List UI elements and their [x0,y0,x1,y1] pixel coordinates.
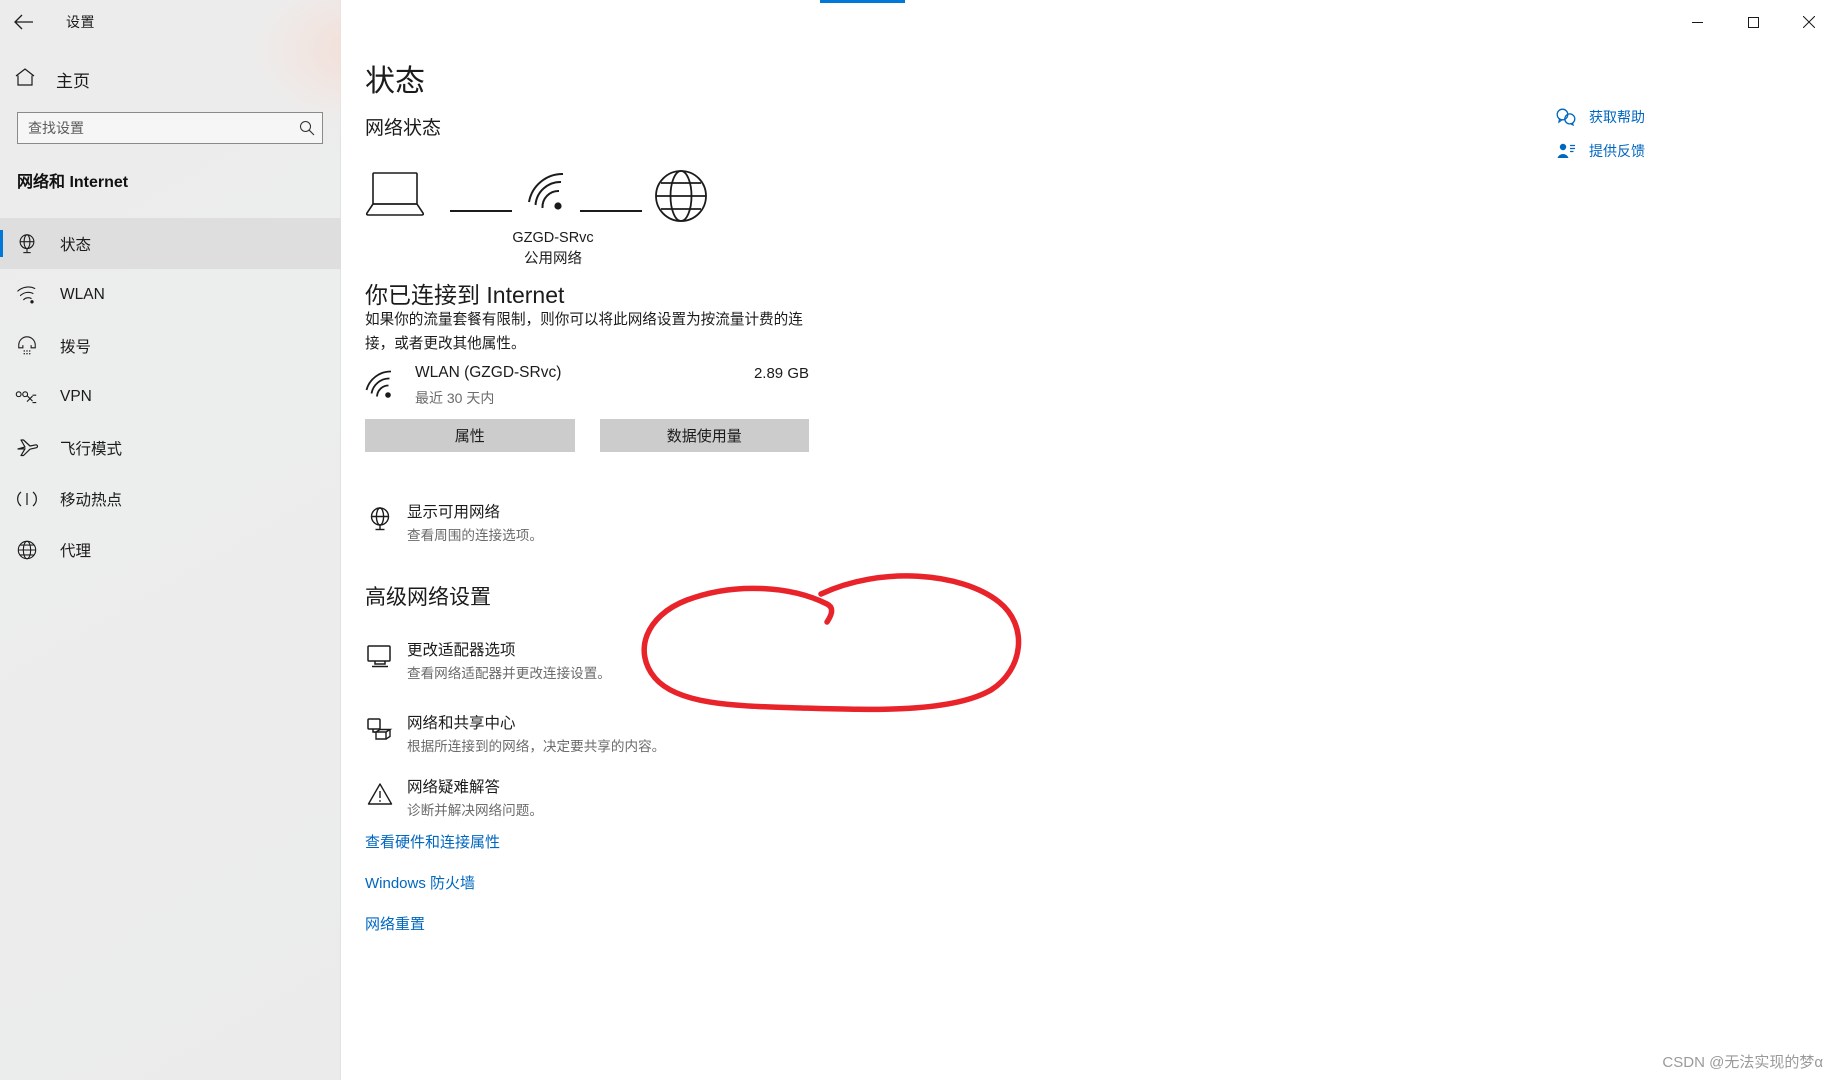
title-bar-accent [820,0,905,3]
item-description: 根据所连接到的网络，决定要共享的内容。 [407,739,666,754]
diagram-link-2 [580,210,642,212]
item-description: 诊断并解决网络问题。 [407,803,543,818]
main-content: 状态 网络状态 获取帮助 提供反馈 GZGD-SRvc 公用网络 你已连接到 I… [341,0,1837,1080]
change-adapter-options-item[interactable]: 更改适配器选项 查看网络适配器并更改连接设置。 [365,638,885,684]
wifi-icon [365,370,401,407]
network-sharing-center-item[interactable]: 网络和共享中心 根据所连接到的网络，决定要共享的内容。 [365,711,885,757]
connected-heading: 你已连接到 Internet [365,282,565,308]
sidebar-item-label: WLAN [60,285,105,303]
hotspot-icon [14,486,40,512]
sidebar-item-dialup[interactable]: 拨号 [0,320,341,371]
network-name: GZGD-SRvc [512,230,594,246]
item-title: 更改适配器选项 [407,642,516,659]
search-box[interactable] [17,112,323,144]
get-help-link[interactable]: 获取帮助 [1555,100,1685,134]
sidebar-item-hotspot[interactable]: 移动热点 [0,473,341,524]
title-bar [0,0,1837,44]
give-feedback-link[interactable]: 提供反馈 [1555,134,1685,168]
maximize-button[interactable] [1725,0,1781,44]
search-input[interactable] [18,120,292,136]
sidebar-item-status[interactable]: 状态 [0,218,341,269]
sidebar-item-label: 移动热点 [60,491,123,509]
usage-amount: 2.89 GB [753,365,809,382]
properties-button[interactable]: 属性 [365,419,575,452]
action-buttons: 属性 数据使用量 [365,419,809,452]
page-title: 状态 [365,65,425,98]
wifi-icon [527,172,573,221]
available-networks-icon [365,504,395,534]
sidebar-nav: 状态 WLAN 拨号 VPN 飞行模式 移动热点 代理 [0,218,341,575]
proxy-globe-icon [14,537,40,563]
item-title: 网络疑难解答 [407,779,501,796]
give-feedback-label: 提供反馈 [1589,143,1645,159]
wifi-icon [14,282,40,308]
settings-window: 设置 主页 网络和 Internet [0,0,1837,1080]
connected-description: 如果你的流量套餐有限制，则你可以将此网络设置为按流量计费的连接，或者更改其他属性… [365,312,803,352]
laptop-icon [365,170,427,225]
help-links: 获取帮助 提供反馈 [1555,100,1685,168]
minimize-button[interactable] [1669,0,1725,44]
airplane-icon [14,435,40,461]
hardware-properties-link[interactable]: 查看硬件和连接属性 [365,831,500,852]
get-help-label: 获取帮助 [1589,109,1645,125]
network-reset-link[interactable]: 网络重置 [365,913,425,934]
sidebar-item-label: 状态 [60,236,92,254]
usage-title: WLAN (GZGD-SRvc) [415,364,562,381]
sidebar-item-label: VPN [60,387,92,405]
diagram-link-1 [450,210,512,212]
network-status-icon [14,231,40,257]
sidebar-item-airplane-mode[interactable]: 飞行模式 [0,422,341,473]
warning-triangle-icon [365,779,395,809]
sidebar-item-vpn[interactable]: VPN [0,371,341,422]
home-icon [14,67,36,92]
dialup-phone-icon [14,333,40,359]
sidebar-item-label: 拨号 [60,338,92,356]
sharing-center-icon [365,715,395,745]
search-icon[interactable] [292,120,322,136]
item-description: 查看周围的连接选项。 [407,528,543,543]
diagram-caption: GZGD-SRvc 公用网络 [473,228,633,270]
data-usage-button[interactable]: 数据使用量 [599,419,809,452]
network-type: 公用网络 [524,251,582,267]
network-diagram: GZGD-SRvc 公用网络 [365,160,785,267]
window-controls [1669,0,1837,44]
feedback-person-icon [1555,142,1577,160]
help-chat-icon [1555,108,1577,126]
sidebar-item-label: 代理 [60,542,92,560]
globe-icon [653,168,709,229]
item-title: 网络和共享中心 [407,715,516,732]
advanced-settings-heading: 高级网络设置 [365,586,491,609]
data-usage-row: WLAN (GZGD-SRvc) 最近 30 天内 2.89 GB [365,362,809,408]
monitor-adapter-icon [365,642,395,672]
sidebar-item-wlan[interactable]: WLAN [0,269,341,320]
home-label: 主页 [56,71,90,91]
sidebar-item-proxy[interactable]: 代理 [0,524,341,575]
close-button[interactable] [1781,0,1837,44]
watermark: CSDN @无法实现的梦α [1662,1054,1823,1071]
item-description: 查看网络适配器并更改连接设置。 [407,666,611,681]
sidebar-item-home[interactable]: 主页 [0,60,341,98]
network-troubleshooter-item[interactable]: 网络疑难解答 诊断并解决网络问题。 [365,775,885,821]
sidebar: 设置 主页 网络和 Internet [0,0,490,1080]
sidebar-item-label: 飞行模式 [60,440,123,458]
sidebar-category-title: 网络和 Internet [17,174,129,191]
section-subtitle: 网络状态 [365,118,442,139]
show-available-networks-item[interactable]: 显示可用网络 查看周围的连接选项。 [365,500,885,546]
item-title: 显示可用网络 [407,504,501,521]
windows-firewall-link[interactable]: Windows 防火墙 [365,872,475,893]
usage-subtitle: 最近 30 天内 [415,390,495,406]
vpn-icon [14,384,40,410]
